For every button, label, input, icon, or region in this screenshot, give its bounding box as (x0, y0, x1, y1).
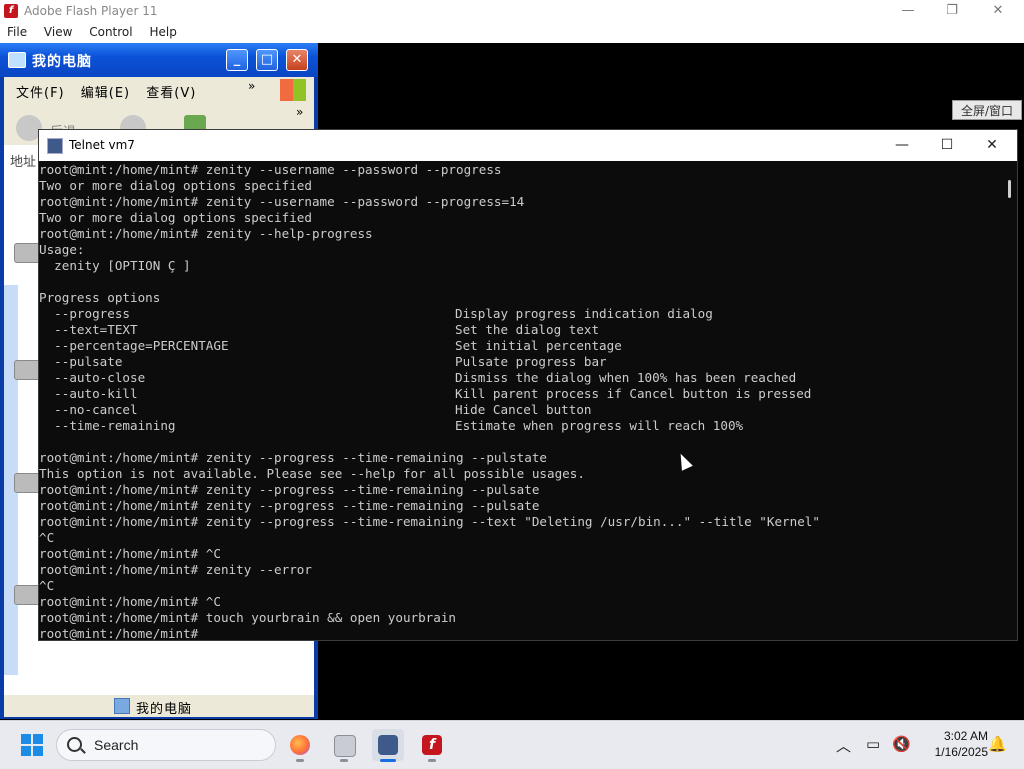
telnet-close-icon[interactable]: ✕ (977, 135, 1007, 155)
terminal-line: ^C (39, 530, 55, 545)
telnet-minimize-icon[interactable]: — (887, 135, 917, 155)
search-label: Search (94, 737, 139, 753)
taskbar-search-box[interactable]: Search (56, 729, 276, 761)
telnet-app-icon (47, 138, 63, 154)
drive-icon[interactable] (14, 473, 42, 493)
terminal-line: ^C (39, 578, 55, 593)
telnet-window: Telnet vm7 — ☐ ✕ root@mint:/home/mint# z… (39, 130, 1017, 640)
start-button-icon[interactable] (21, 734, 43, 756)
terminal-line: root@mint:/home/mint# zenity --progress … (39, 482, 540, 497)
drive-icon[interactable] (14, 585, 42, 605)
option-description: Display progress indication dialog (455, 306, 713, 321)
explorer-minimize-button[interactable]: _ (226, 49, 248, 71)
telnet-maximize-icon[interactable]: ☐ (932, 135, 962, 155)
explorer-statusbar: 我的电脑 (4, 695, 314, 717)
telnet-titlebar[interactable]: Telnet vm7 — ☐ ✕ (39, 130, 1017, 161)
flash-logo-icon: f (4, 4, 18, 18)
terminal-line: root@mint:/home/mint# zenity --error (39, 562, 312, 577)
status-text: 我的电脑 (136, 702, 193, 717)
my-computer-small-icon (114, 698, 130, 714)
close-icon[interactable]: ✕ (984, 2, 1012, 20)
address-label: 地址 (10, 155, 37, 170)
clock[interactable]: 3:02 AM 1/16/2025 (918, 728, 988, 760)
explorer-menu-edit[interactable]: 编辑(E) (81, 82, 130, 101)
terminal-line: zenity [OPTION Ç ] (39, 258, 191, 273)
toolbar-overflow-icon[interactable]: » (296, 105, 303, 119)
terminal-line: root@mint:/home/mint# zenity --progress … (39, 498, 540, 513)
telnet-icon (378, 735, 398, 755)
firefox-icon (290, 735, 310, 755)
terminal-output[interactable]: root@mint:/home/mint# zenity --username … (39, 162, 999, 640)
window-title: Adobe Flash Player 11 (24, 4, 158, 18)
option-description: Kill parent process if Cancel button is … (455, 386, 812, 401)
option-description: Hide Cancel button (455, 402, 592, 417)
flash-taskbar-button[interactable]: f (416, 729, 448, 762)
telnet-taskbar-button[interactable] (372, 729, 404, 762)
volume-muted-icon[interactable]: 🔇 (892, 735, 911, 753)
drive-icon[interactable] (14, 243, 42, 263)
clock-time: 3:02 AM (943, 729, 988, 743)
explorer-close-button[interactable]: ✕ (286, 49, 308, 71)
menu-overflow-icon[interactable]: » (248, 79, 255, 93)
option-description: Pulsate progress bar (455, 354, 607, 369)
terminal-line: root@mint:/home/mint# zenity --progress … (39, 514, 820, 529)
terminal-line: root@mint:/home/mint# touch yourbrain &&… (39, 610, 457, 625)
flash-menubar: File View Control Help (0, 22, 1024, 43)
minimize-icon[interactable]: — (894, 2, 922, 20)
notepad-icon (334, 735, 356, 757)
menu-control[interactable]: Control (89, 22, 132, 43)
telnet-title: Telnet vm7 (69, 138, 135, 152)
menu-help[interactable]: Help (149, 22, 176, 43)
option-description: Dismiss the dialog when 100% has been re… (455, 370, 797, 385)
terminal-line: root@mint:/home/mint# zenity --help-prog… (39, 226, 373, 241)
terminal-scrollbar[interactable] (1008, 180, 1011, 198)
chevron-up-icon[interactable]: ︿ (836, 735, 851, 756)
taskbar: Search f ︿ ▭ 🔇 3:02 AM 1/16/2025 🔔 (0, 720, 1024, 769)
option-description: Set initial percentage (455, 338, 622, 353)
explorer-maximize-button[interactable]: □ (256, 49, 278, 71)
search-icon (67, 737, 82, 752)
terminal-line: Two or more dialog options specified (39, 210, 312, 225)
terminal-line: root@mint:/home/mint# (39, 626, 199, 640)
restore-icon[interactable]: ❐ (938, 2, 966, 20)
terminal-line: Two or more dialog options specified (39, 178, 312, 193)
terminal-line: Usage: (39, 242, 85, 257)
option-description: Set the dialog text (455, 322, 600, 337)
terminal-line: root@mint:/home/mint# ^C (39, 546, 221, 561)
explorer-title: 我的电脑 (32, 54, 92, 70)
fullscreen-toggle-button[interactable]: 全屏/窗口 (952, 100, 1022, 120)
explorer-menu-file[interactable]: 文件(F) (16, 82, 65, 101)
notepad-taskbar-button[interactable] (328, 729, 360, 762)
flash-titlebar: f Adobe Flash Player 11 — ❐ ✕ (0, 0, 1024, 22)
firefox-taskbar-button[interactable] (284, 729, 316, 762)
terminal-line: Progress options (39, 290, 161, 305)
windows-logo-icon (280, 79, 306, 101)
notification-bell-icon[interactable]: 🔔 (988, 735, 1007, 753)
menu-view[interactable]: View (44, 22, 72, 43)
terminal-line: root@mint:/home/mint# ^C (39, 594, 221, 609)
explorer-titlebar[interactable]: 我的电脑 _ □ ✕ (0, 43, 318, 77)
terminal-line: root@mint:/home/mint# zenity --username … (39, 194, 525, 209)
terminal-line: root@mint:/home/mint# zenity --username … (39, 162, 502, 177)
option-description: Estimate when progress will reach 100% (455, 418, 744, 433)
flash-player-icon: f (422, 735, 442, 755)
my-computer-icon (8, 52, 26, 68)
clock-date: 1/16/2025 (934, 745, 988, 759)
menu-file[interactable]: File (7, 22, 27, 43)
terminal-line: root@mint:/home/mint# zenity --progress … (39, 450, 547, 465)
drive-icon[interactable] (14, 360, 42, 380)
explorer-menu-view[interactable]: 查看(V) (146, 82, 196, 101)
network-icon[interactable]: ▭ (866, 735, 880, 753)
terminal-line: This option is not available. Please see… (39, 466, 585, 481)
